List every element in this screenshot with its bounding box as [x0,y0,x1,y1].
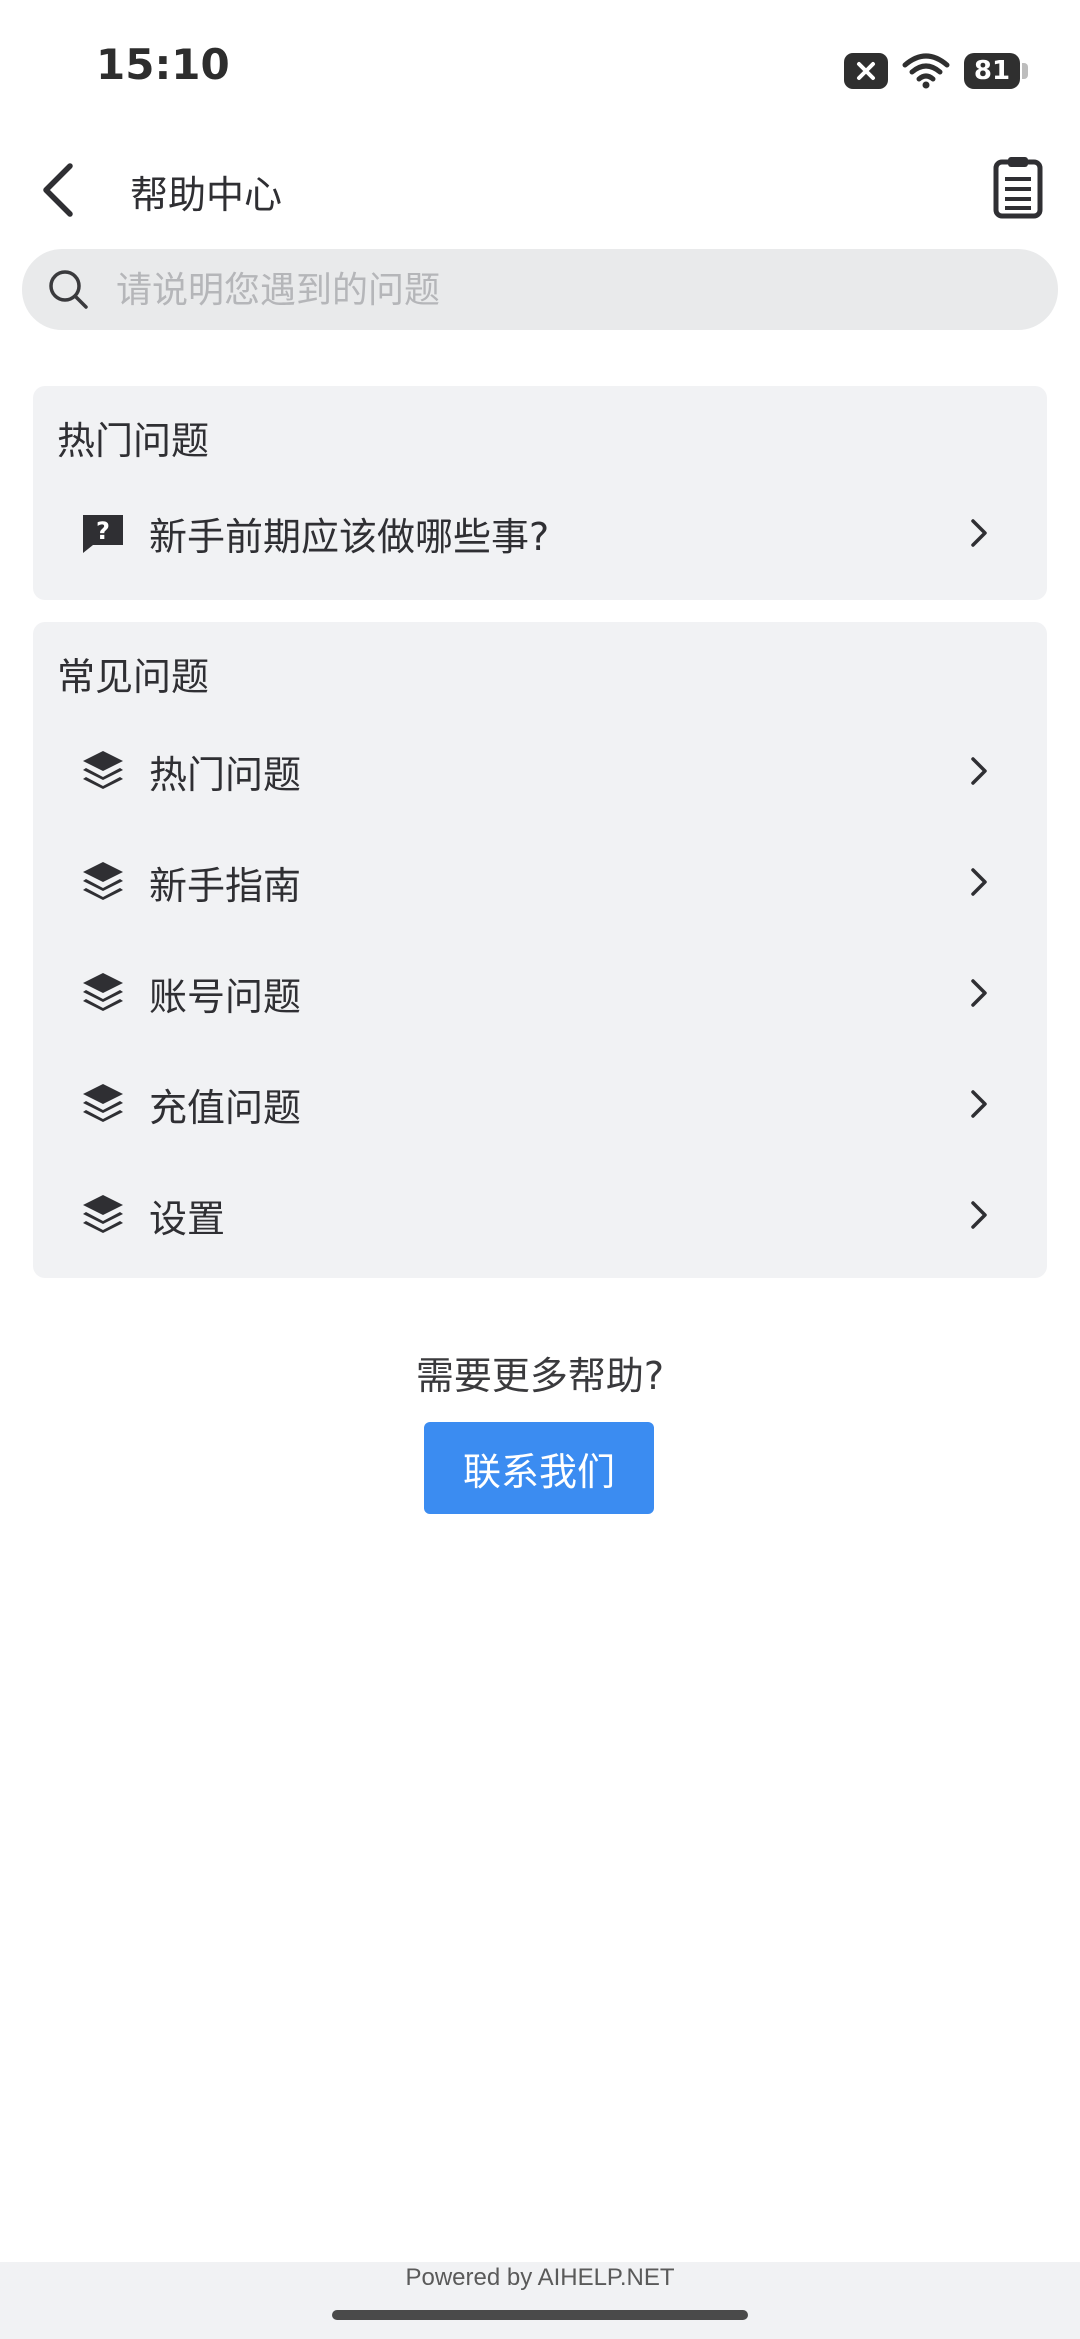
status-bar: 15:10 81 [0,0,1080,140]
chevron-right-icon [971,757,987,785]
question-bubble-icon: ? [83,515,123,553]
layers-icon [83,862,123,900]
chevron-right-icon [971,979,987,1007]
faq-item-account[interactable]: 账号问题 [33,938,1047,1048]
hot-question-item[interactable]: ? 新手前期应该做哪些事? [33,478,1047,588]
chevron-right-icon [971,519,987,547]
faq-item-settings[interactable]: 设置 [33,1160,1047,1270]
contact-us-button[interactable]: 联系我们 [424,1422,654,1514]
footer: Powered by AIHELP.NET [0,2262,1080,2339]
svg-text:?: ? [96,517,110,545]
need-more-help-text: 需要更多帮助? [415,1354,665,1398]
battery-icon: 81 [964,53,1028,89]
search-input[interactable] [114,261,1018,319]
hot-questions-card: 热门问题 ? 新手前期应该做哪些事? [33,386,1047,600]
home-indicator[interactable] [332,2310,748,2320]
faq-item-label: 热门问题 [149,753,302,797]
wifi-icon [902,53,950,89]
battery-level: 81 [973,56,1011,86]
layers-icon [83,751,123,789]
layers-icon [83,1195,123,1233]
chevron-right-icon [971,868,987,896]
faq-item-label: 充值问题 [149,1086,302,1130]
notification-blocked-icon [844,53,888,89]
search-icon [49,270,88,309]
status-icons: 81 [844,48,1028,94]
page-title: 帮助中心 [130,173,283,217]
faq-item-beginner-guide[interactable]: 新手指南 [33,827,1047,937]
faq-item-label: 账号问题 [149,975,302,1019]
search-bar[interactable] [22,249,1058,330]
chevron-right-icon [971,1090,987,1118]
powered-by-text: Powered by AIHELP.NET [405,2264,675,2291]
faq-title: 常见问题 [57,655,210,699]
faq-item-label: 设置 [149,1197,226,1241]
clipboard-icon[interactable] [992,156,1044,220]
app-header: 帮助中心 [0,140,1080,240]
hot-question-label: 新手前期应该做哪些事? [149,515,550,559]
back-arrow-icon[interactable] [36,160,84,220]
hot-questions-title: 热门问题 [57,419,210,463]
status-time: 15:10 [96,40,230,89]
chevron-right-icon [971,1201,987,1229]
faq-item-recharge[interactable]: 充值问题 [33,1049,1047,1159]
faq-item-label: 新手指南 [149,864,302,908]
faq-item-hot[interactable]: 热门问题 [33,716,1047,826]
layers-icon [83,1084,123,1122]
layers-icon [83,973,123,1011]
faq-card: 常见问题 热门问题 新手指南 账号问题 充值问题 设置 [33,622,1047,1278]
